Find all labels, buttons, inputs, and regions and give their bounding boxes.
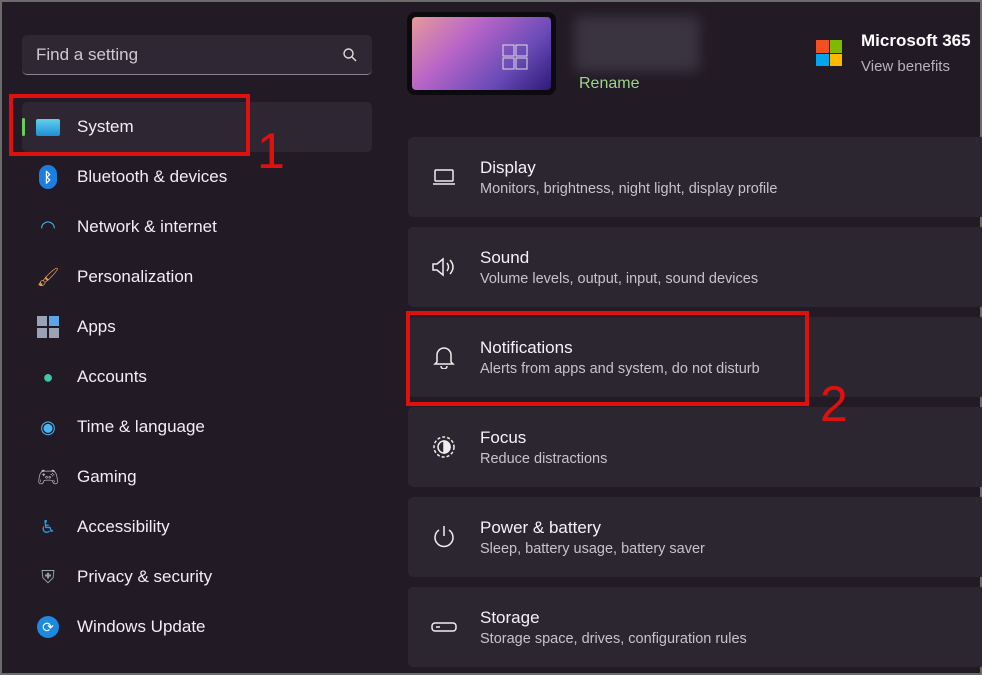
search-icon[interactable] — [342, 47, 358, 63]
device-wallpaper-thumbnail — [407, 12, 556, 95]
sidebar-item-accessibility[interactable]: ♿︎ Accessibility — [22, 502, 372, 552]
sidebar-nav: System ᛒ Bluetooth & devices ◠ Network & i… — [22, 102, 372, 652]
annotation-number-2: 2 — [820, 376, 848, 432]
windows-logo-icon — [502, 44, 528, 70]
speaker-icon — [408, 256, 480, 278]
sidebar-item-windows-update[interactable]: ⟳ Windows Update — [22, 602, 372, 652]
search-box[interactable] — [22, 35, 372, 75]
accessibility-icon: ♿︎ — [39, 516, 57, 537]
m365-title[interactable]: Microsoft 365 — [861, 31, 971, 51]
focus-icon — [408, 435, 480, 459]
card-focus[interactable]: Focus Reduce distractions — [408, 407, 982, 487]
power-icon — [408, 525, 480, 549]
sidebar-item-apps[interactable]: Apps — [22, 302, 372, 352]
card-power-battery[interactable]: Power & battery Sleep, battery usage, bat… — [408, 497, 982, 577]
laptop-icon — [408, 168, 480, 186]
bell-icon — [408, 345, 480, 369]
sidebar-item-privacy[interactable]: ⛨ Privacy & security — [22, 552, 372, 602]
storage-icon — [408, 621, 480, 633]
card-sound[interactable]: Sound Volume levels, output, input, sound… — [408, 227, 982, 307]
m365-view-benefits[interactable]: View benefits — [861, 58, 950, 75]
shield-icon: ⛨ — [41, 566, 55, 587]
search-input[interactable] — [36, 44, 316, 65]
sidebar-item-bluetooth[interactable]: ᛒ Bluetooth & devices — [22, 152, 372, 202]
apps-icon — [36, 315, 60, 339]
monitor-icon — [36, 115, 60, 139]
annotation-number-1: 1 — [257, 123, 285, 179]
gamepad-icon: 🎮︎ — [36, 466, 60, 487]
sidebar-item-accounts[interactable]: ● Accounts — [22, 352, 372, 402]
rename-link[interactable]: Rename — [579, 75, 639, 93]
globe-clock-icon: ◉ — [40, 416, 56, 437]
person-icon: ● — [42, 366, 54, 387]
bluetooth-icon: ᛒ — [36, 165, 60, 189]
card-display[interactable]: Display Monitors, brightness, night light… — [408, 137, 982, 217]
card-storage[interactable]: Storage Storage space, drives, configurat… — [408, 587, 982, 667]
sidebar-item-gaming[interactable]: 🎮︎ Gaming — [22, 452, 372, 502]
sidebar-item-system[interactable]: System — [22, 102, 372, 152]
sidebar-item-personalization[interactable]: 🖌 Personalization — [22, 252, 372, 302]
sidebar-item-time-language[interactable]: ◉ Time & language — [22, 402, 372, 452]
card-notifications[interactable]: Notifications Alerts from apps and system… — [408, 317, 982, 397]
microsoft-logo-icon — [816, 40, 842, 66]
wifi-icon: ◠ — [40, 216, 56, 237]
update-icon: ⟳ — [36, 615, 60, 639]
sidebar-item-network[interactable]: ◠ Network & internet — [22, 202, 372, 252]
brush-icon: 🖌 — [36, 266, 60, 287]
device-name-blurred — [574, 16, 700, 72]
